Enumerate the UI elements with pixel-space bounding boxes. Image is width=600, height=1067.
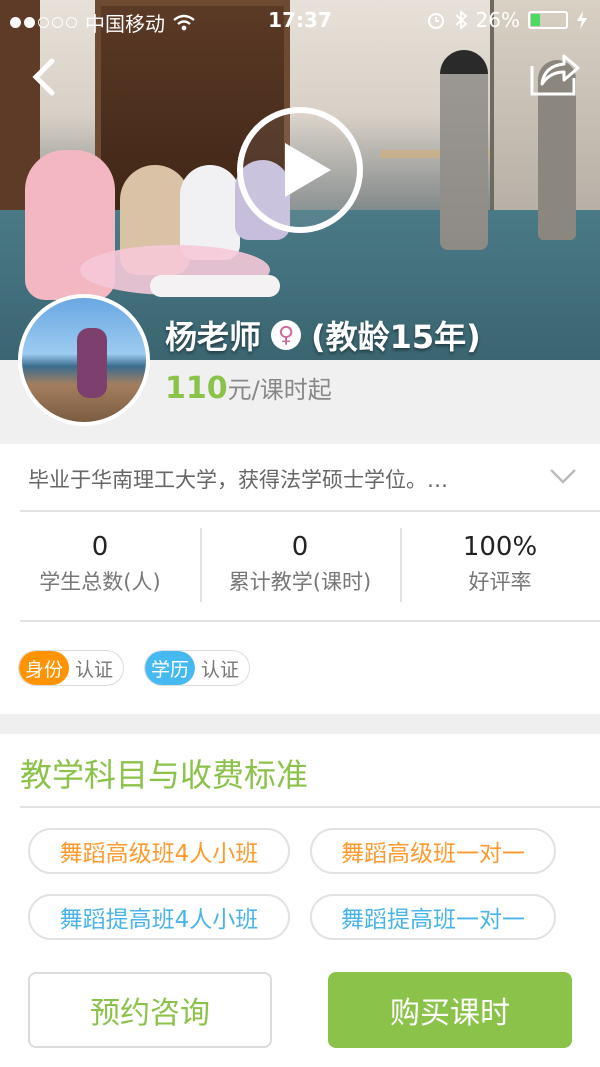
education-verified-badge: 学历 认证 <box>144 650 251 686</box>
section-title: 教学科目与收费标准 <box>20 756 309 794</box>
divider <box>20 620 600 622</box>
stat-label: 好评率 <box>468 570 532 594</box>
stat-rating: 100% 好评率 <box>400 512 600 622</box>
status-bar: 中国移动 17:37 26% <box>0 0 600 40</box>
badge-tag: 学历 <box>145 651 196 685</box>
bluetooth-icon <box>454 10 467 30</box>
stat-students: 0 学生总数(人) <box>0 512 200 622</box>
teacher-intro[interactable]: 毕业于华南理工大学，获得法学硕士学位。… <box>0 444 600 512</box>
stat-teaching-hours: 0 累计教学(课时) <box>200 512 400 622</box>
student-legs <box>150 275 280 297</box>
battery-icon <box>528 11 568 29</box>
subject-pill[interactable]: 舞蹈提高班4人小班 <box>28 894 290 940</box>
avatar-person <box>77 328 107 398</box>
verification-badges: 身份 认证 学历 认证 <box>18 650 251 686</box>
teacher-name: 杨老师 <box>165 318 262 356</box>
section-gap <box>0 714 600 734</box>
back-button[interactable] <box>24 55 64 99</box>
stat-value: 100% <box>462 532 538 562</box>
teacher-name-row: 杨老师 ♀ (教龄15年) <box>165 312 481 358</box>
teacher-figure <box>440 50 488 250</box>
stats-row: 0 学生总数(人) 0 累计教学(课时) 100% 好评率 <box>0 512 600 622</box>
buy-lessons-button[interactable]: 购买课时 <box>328 972 572 1048</box>
subject-pill[interactable]: 舞蹈高级班4人小班 <box>28 828 290 874</box>
battery-percent: 26% <box>475 8 520 32</box>
stat-label: 学生总数(人) <box>39 570 161 594</box>
consult-button[interactable]: 预约咨询 <box>28 972 272 1048</box>
intro-text: 毕业于华南理工大学，获得法学硕士学位。… <box>28 468 448 492</box>
stat-label: 累计教学(课时) <box>228 570 372 594</box>
alarm-icon <box>427 13 444 29</box>
subject-pill[interactable]: 舞蹈高级班一对一 <box>310 828 556 874</box>
chevron-down-icon[interactable] <box>548 464 578 488</box>
price: 110元/课时起 <box>165 370 332 406</box>
avatar[interactable] <box>18 294 150 426</box>
badge-text: 认证 <box>201 658 240 681</box>
subject-pill[interactable]: 舞蹈提高班一对一 <box>310 894 556 940</box>
share-button[interactable] <box>528 48 580 98</box>
divider <box>20 806 600 808</box>
stat-separator <box>200 528 202 602</box>
stat-value: 0 <box>91 532 109 562</box>
badge-text: 认证 <box>75 658 114 681</box>
price-value: 110 <box>165 371 228 406</box>
badge-tag: 身份 <box>19 651 70 685</box>
charging-icon <box>577 11 587 29</box>
identity-verified-badge: 身份 认证 <box>18 650 125 686</box>
teaching-experience: (教龄15年) <box>311 318 481 356</box>
price-unit: 元/课时起 <box>227 376 332 404</box>
stat-separator <box>400 528 402 602</box>
female-icon: ♀ <box>271 320 302 350</box>
stat-value: 0 <box>291 532 309 562</box>
play-button[interactable] <box>235 105 365 235</box>
